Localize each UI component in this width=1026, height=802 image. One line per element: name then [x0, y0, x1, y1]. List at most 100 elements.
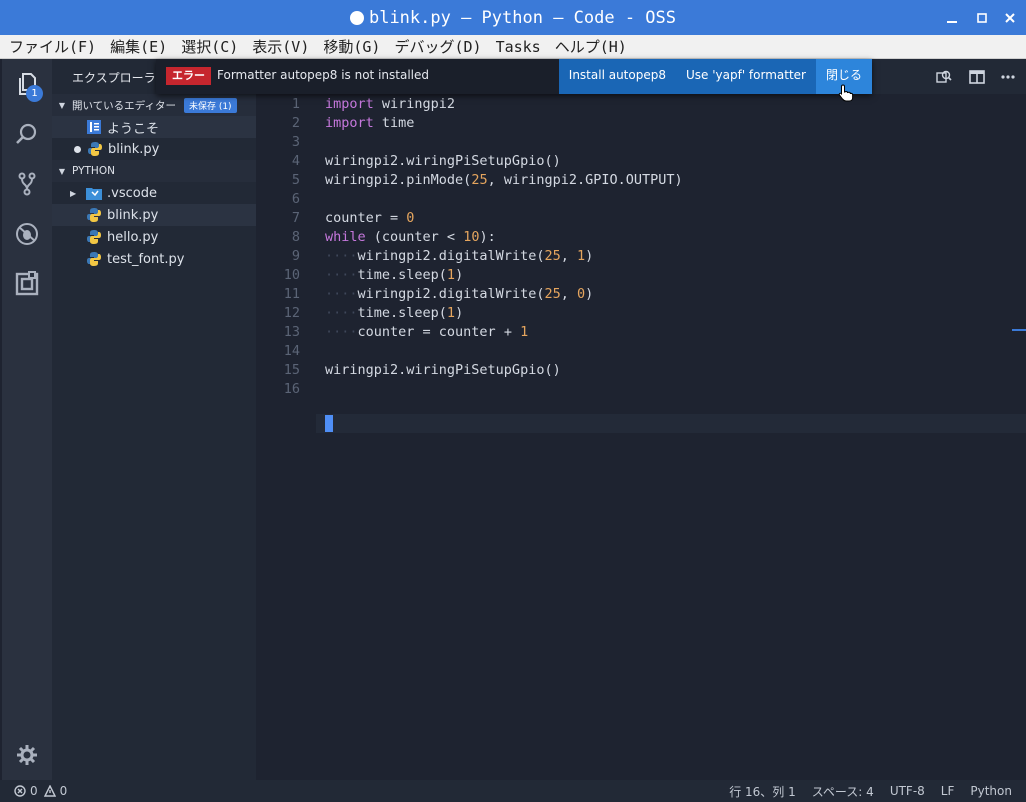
- indentation[interactable]: スペース: 4: [812, 783, 874, 800]
- activity-scm[interactable]: [2, 159, 52, 209]
- line-number: 6: [291, 191, 300, 207]
- notification-actions: Install autopep8 Use 'yapf' formatter 閉じ…: [558, 59, 872, 94]
- tree-item-blink[interactable]: blink.py: [52, 204, 256, 226]
- tree-item-label: .vscode: [107, 185, 157, 201]
- code-line: counter = 0: [325, 210, 415, 226]
- compare-icon: [936, 70, 952, 83]
- open-editor-label: blink.py: [108, 141, 160, 157]
- line-number: 2: [291, 115, 300, 131]
- line-number: 4: [291, 153, 300, 169]
- menu-tasks[interactable]: Tasks: [489, 36, 548, 58]
- sidebar-title: エクスプローラー: [72, 71, 168, 85]
- menu-view[interactable]: 表示(V): [245, 36, 316, 58]
- activity-settings[interactable]: [2, 730, 52, 780]
- status-bar: 0 0 行 16、列 1 スペース: 4 UTF-8 LF Python: [0, 780, 1026, 802]
- code-line: import time: [325, 115, 415, 131]
- explorer-badge: 1: [26, 85, 43, 102]
- code-line: ····wiringpi2.digitalWrite(25, 0): [325, 286, 594, 302]
- code-line: wiringpi2.pinMode(25, wiringpi2.GPIO.OUT…: [325, 172, 683, 188]
- menu-debug[interactable]: デバッグ(D): [387, 36, 488, 58]
- open-changes-button[interactable]: [934, 67, 954, 87]
- unsaved-badge: 未保存 (1): [183, 97, 237, 113]
- window-title: blink.py — Python — Code - OSS: [368, 7, 677, 28]
- line-number: 7: [291, 210, 300, 226]
- tree-item-label: hello.py: [107, 229, 159, 245]
- install-autopep8-button[interactable]: Install autopep8: [558, 59, 676, 94]
- line-number: 12: [283, 305, 300, 321]
- line-number: 16: [283, 381, 300, 397]
- text-cursor: [325, 415, 333, 432]
- python-icon: [87, 141, 103, 157]
- open-editor-label: ようこそ: [107, 121, 160, 137]
- chevron-right-icon: ▶: [70, 188, 77, 198]
- end-of-line[interactable]: LF: [941, 784, 955, 798]
- encoding[interactable]: UTF-8: [890, 784, 925, 798]
- python-icon: [86, 251, 102, 267]
- debug-icon: [16, 223, 38, 245]
- maximize-button[interactable]: [973, 9, 991, 27]
- open-editor-blink[interactable]: blink.py: [52, 138, 256, 160]
- activity-debug[interactable]: [2, 209, 52, 259]
- notification-message: Formatter autopep8 is not installed: [217, 68, 429, 82]
- welcome-icon: [86, 119, 102, 135]
- close-icon: [1005, 13, 1015, 23]
- menu-file[interactable]: ファイル(F): [2, 36, 103, 58]
- tree-item-hello[interactable]: hello.py: [52, 226, 256, 248]
- tree-item-test-font[interactable]: test_font.py: [52, 248, 256, 270]
- line-number: 14: [283, 343, 300, 359]
- error-count: 0: [30, 784, 38, 798]
- line-number: 5: [291, 172, 300, 188]
- python-icon: [86, 207, 102, 223]
- warning-icon: [43, 785, 56, 797]
- editor-area: 1 import wiringpi2 2 import time 3 4 wiringpi2…: [256, 59, 1026, 780]
- code-editor[interactable]: 1 import wiringpi2 2 import time 3 4 wiringpi2…: [256, 94, 1026, 780]
- gear-icon: [17, 745, 37, 765]
- line-number: 9: [291, 248, 300, 264]
- tree-item-vscode[interactable]: ▶ .vscode: [52, 182, 256, 204]
- code-line: ····counter = counter + 1: [325, 324, 529, 340]
- close-window-button[interactable]: [1001, 9, 1019, 27]
- activity-extensions[interactable]: [2, 259, 52, 309]
- cursor-position[interactable]: 行 16、列 1: [729, 783, 796, 800]
- activity-bar: 1: [2, 59, 52, 780]
- folder-header[interactable]: ▼ PYTHON: [52, 160, 256, 182]
- code-line: wiringpi2.wiringPiSetupGpio(): [325, 362, 561, 378]
- code-line: ····time.sleep(1): [325, 305, 464, 321]
- more-actions-button[interactable]: [998, 67, 1018, 87]
- error-notification: エラー Formatter autopep8 is not installed …: [156, 59, 872, 94]
- activity-search[interactable]: [2, 109, 52, 159]
- problems-indicator[interactable]: 0 0: [14, 780, 67, 802]
- line-number: 1: [291, 96, 300, 112]
- menu-selection[interactable]: 選択(C): [174, 36, 245, 58]
- code-line: wiringpi2.wiringPiSetupGpio(): [325, 153, 561, 169]
- tree-item-label: test_font.py: [107, 251, 185, 267]
- source-control-icon: [18, 172, 36, 196]
- search-icon: [16, 123, 37, 144]
- open-editor-welcome[interactable]: ようこそ: [52, 116, 256, 138]
- menu-go[interactable]: 移動(G): [316, 36, 387, 58]
- open-editors-label: 開いているエディター: [72, 99, 176, 112]
- unsaved-dot-icon: [349, 10, 364, 25]
- menu-help[interactable]: ヘルプ(H): [548, 36, 634, 58]
- code-line: import wiringpi2: [325, 96, 456, 112]
- split-editor-button[interactable]: [967, 67, 987, 87]
- minimize-button[interactable]: [943, 9, 961, 27]
- code-line: ····time.sleep(1): [325, 267, 464, 283]
- line-number: 13: [283, 324, 300, 340]
- chevron-down-icon: ▼: [58, 100, 66, 110]
- open-editors-header[interactable]: ▼ 開いているエディター 未保存 (1): [52, 94, 256, 116]
- line-number: 10: [283, 267, 300, 283]
- hand-cursor-icon: [838, 84, 854, 102]
- menu-edit[interactable]: 編集(E): [103, 36, 174, 58]
- line-number: 3: [291, 134, 300, 150]
- warning-count: 0: [59, 784, 68, 798]
- code-line: while (counter < 10):: [325, 229, 496, 245]
- activity-explorer[interactable]: 1: [2, 59, 52, 109]
- split-editor-icon: [969, 70, 985, 84]
- status-right: 行 16、列 1 スペース: 4 UTF-8 LF Python: [713, 780, 1012, 802]
- language-mode[interactable]: Python: [970, 784, 1012, 798]
- extensions-icon: [15, 271, 39, 296]
- use-yapf-button[interactable]: Use 'yapf' formatter: [675, 59, 816, 94]
- error-badge: エラー: [166, 67, 211, 85]
- folder-label: PYTHON: [72, 165, 115, 177]
